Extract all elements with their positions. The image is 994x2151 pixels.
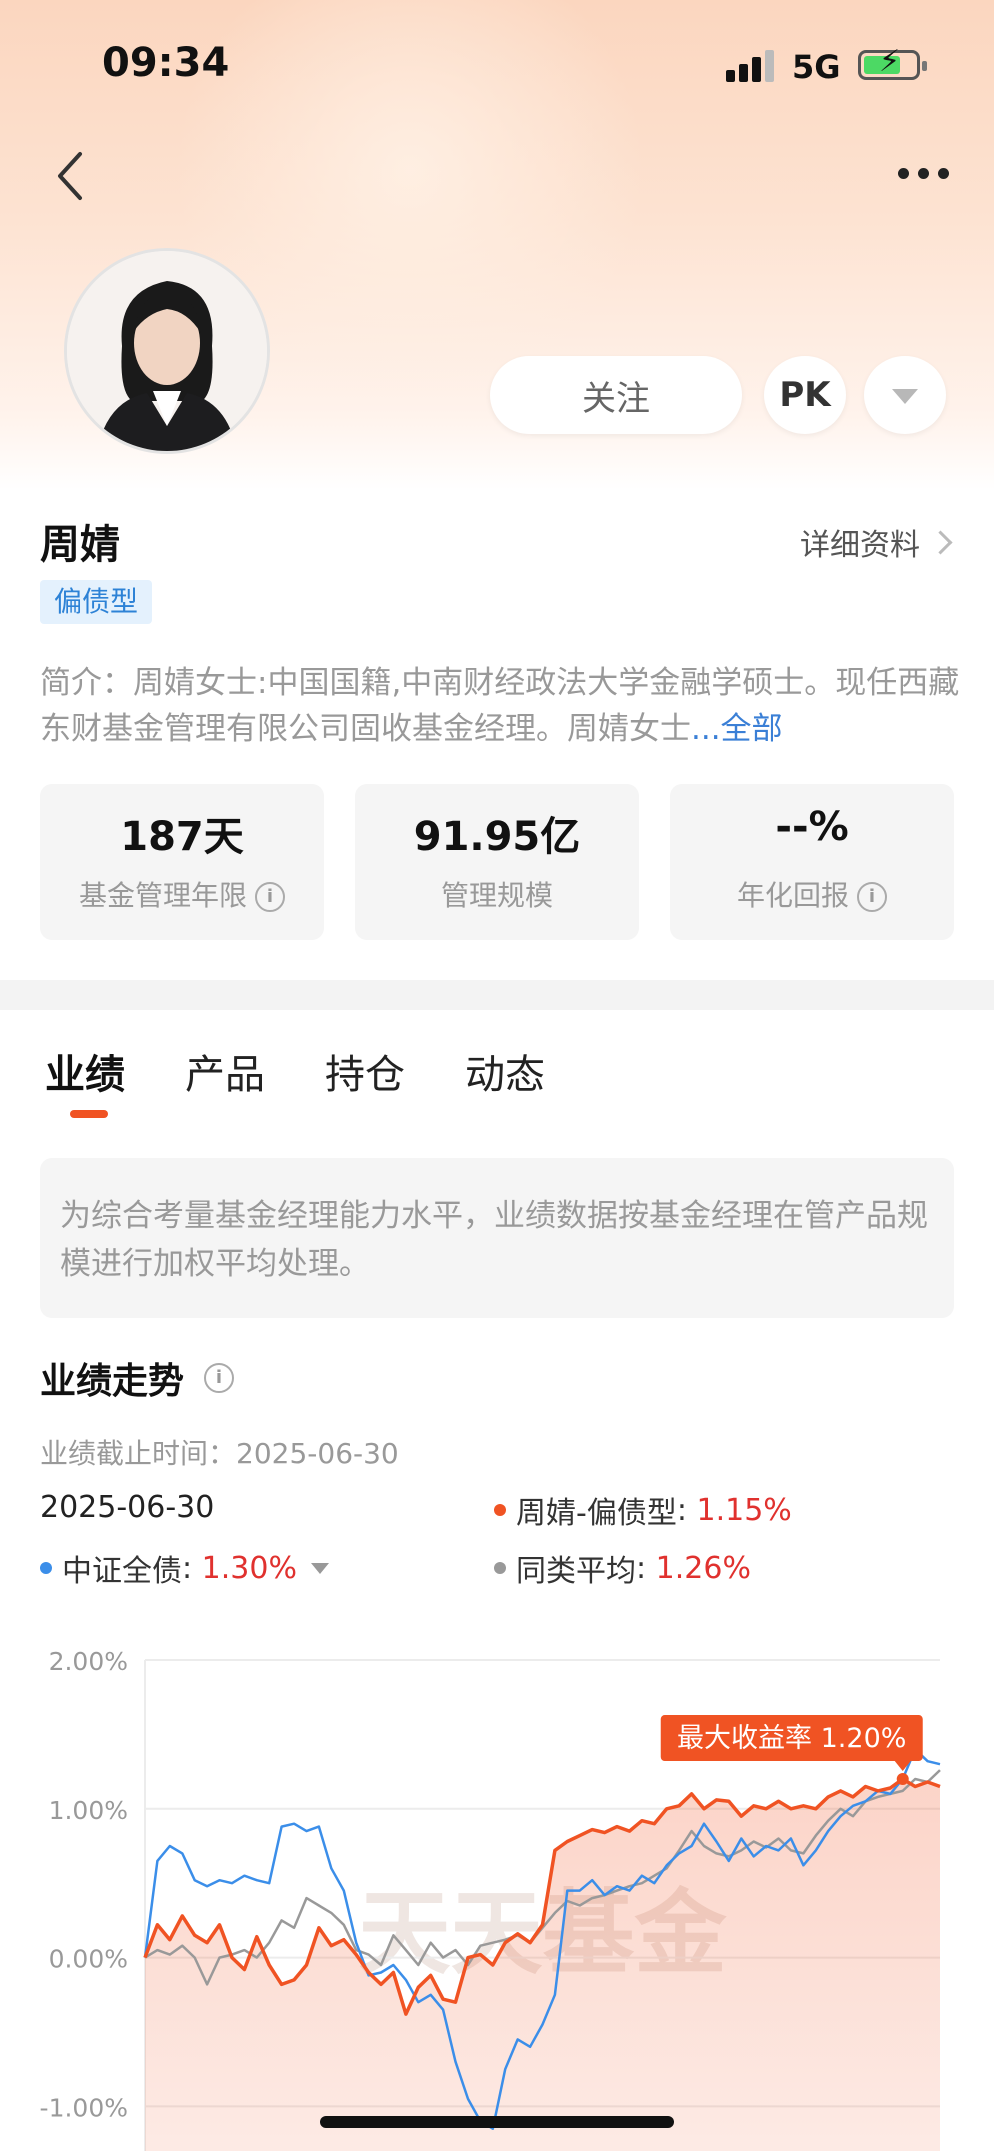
notice-text: 为综合考量基金经理能力水平，业绩数据按基金经理在管产品规模进行加权平均处理。	[60, 1198, 928, 1282]
stat-value: 91.95亿	[413, 814, 581, 860]
tab-holdings[interactable]: 持仓	[325, 1042, 405, 1100]
y-tick-label: 2.00%	[49, 1647, 128, 1676]
legend-name: 周婧-偏债型	[516, 1496, 677, 1531]
stat-label-text: 年化回报	[736, 879, 849, 912]
current-date: 2025-06-30	[40, 1490, 215, 1525]
caret-down-icon	[310, 1562, 329, 1574]
info-icon[interactable]: i	[204, 1363, 235, 1393]
home-indicator	[320, 2116, 674, 2128]
y-tick-label: 1.00%	[49, 1796, 128, 1825]
legend-manager: 周婧-偏债型: 1.15%	[494, 1488, 792, 1532]
performance-title-text: 业绩走势	[40, 1361, 185, 1402]
legend-dot	[494, 1504, 506, 1516]
info-icon[interactable]: i	[857, 882, 887, 912]
intro-body: 简介：周婧女士:中国国籍,中南财经政法大学金融学硕士。现任西藏东财基金管理有限公…	[40, 665, 960, 747]
manager-name: 周婧	[40, 522, 120, 568]
legend-value: 1.15%	[696, 1492, 792, 1528]
stat-value: --%	[775, 804, 849, 850]
stat-label-text: 管理规模	[440, 879, 553, 912]
y-tick-label: -1.00%	[40, 2093, 128, 2122]
notice-box: 为综合考量基金经理能力水平，业绩数据按基金经理在管产品规模进行加权平均处理。	[40, 1158, 954, 1318]
more-options-button[interactable]	[896, 158, 952, 194]
legend-name: 同类平均	[516, 1554, 636, 1589]
cutoff-label: 业绩截止时间：	[40, 1437, 237, 1470]
network-label: 5G	[792, 48, 841, 86]
cutoff-date: 2025-06-30	[236, 1437, 399, 1470]
stat-card-return: --% 年化回报 i	[670, 784, 954, 940]
tab-products[interactable]: 产品	[185, 1042, 265, 1100]
stat-label: 管理规模	[355, 874, 639, 914]
stat-value: 187天	[120, 814, 244, 860]
legend-value: 1.26%	[655, 1550, 751, 1586]
portrait-image	[67, 251, 267, 451]
detail-link-label: 详细资料	[800, 528, 920, 563]
battery-icon: ⚡	[858, 47, 927, 80]
legend-benchmark[interactable]: 中证全债: 1.30%	[40, 1546, 329, 1590]
stat-label-text: 基金管理年限	[78, 879, 247, 912]
type-tag: 偏债型	[40, 580, 153, 624]
performance-chart[interactable]: 天天基金2.00%1.00%0.00%-1.00%最大收益率 1.20%	[0, 1620, 994, 2151]
legend-peer: 同类平均: 1.26%	[494, 1546, 751, 1590]
pk-button[interactable]: PK	[764, 356, 846, 434]
legend-value: 1.30%	[201, 1550, 297, 1586]
stat-card-tenure: 187天 基金管理年限 i	[40, 784, 324, 940]
legend-dot	[494, 1562, 506, 1574]
y-tick-label: 0.00%	[49, 1945, 128, 1974]
performance-title: 业绩走势 i	[40, 1352, 235, 1404]
chevron-left-icon	[58, 152, 82, 200]
info-icon[interactable]: i	[255, 882, 285, 912]
legend-dot	[40, 1562, 52, 1574]
status-time: 09:34	[102, 40, 230, 86]
dropdown-button[interactable]	[864, 356, 946, 434]
cutoff-time: 业绩截止时间：2025-06-30	[40, 1432, 399, 1472]
intro-more-link[interactable]: ...全部	[691, 711, 783, 747]
chevron-right-icon	[928, 529, 953, 555]
stat-label: 年化回报 i	[670, 874, 954, 914]
stat-label: 基金管理年限 i	[40, 874, 324, 914]
legend-name: 中证全债	[62, 1554, 182, 1589]
caret-down-icon	[892, 389, 918, 404]
max-point-marker	[896, 1773, 909, 1786]
section-divider	[0, 980, 994, 1010]
series-area-manager	[145, 1779, 940, 2151]
avatar	[64, 248, 270, 454]
follow-button[interactable]: 关注	[490, 356, 742, 434]
max-return-label: 最大收益率 1.20%	[677, 1723, 906, 1754]
detail-link[interactable]: 详细资料	[800, 520, 953, 564]
tab-news[interactable]: 动态	[465, 1042, 545, 1100]
signal-icon	[726, 50, 778, 82]
stat-card-scale: 91.95亿 管理规模	[355, 784, 639, 940]
active-tab-indicator	[70, 1110, 108, 1118]
tab-performance[interactable]: 业绩	[45, 1042, 125, 1100]
intro-text: 简介：周婧女士:中国国籍,中南财经政法大学金融学硕士。现任西藏东财基金管理有限公…	[40, 660, 960, 752]
back-button[interactable]	[48, 148, 98, 204]
